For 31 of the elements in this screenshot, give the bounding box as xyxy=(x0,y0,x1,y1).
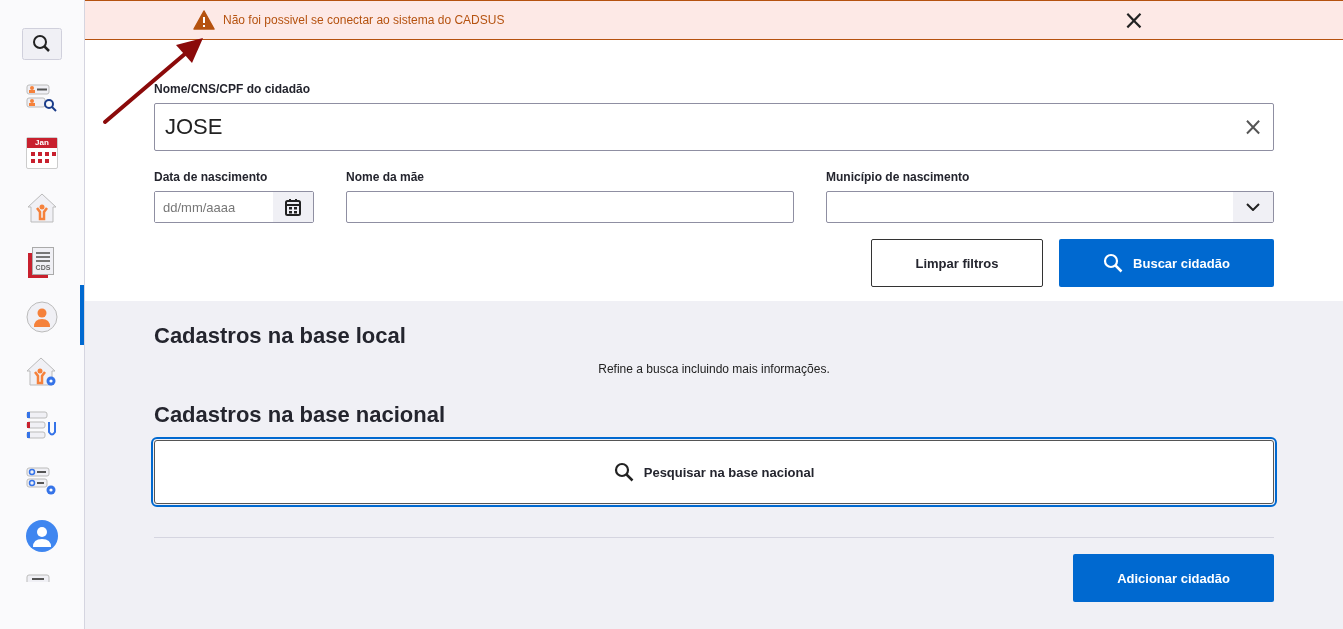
chevron-down-icon xyxy=(1246,203,1260,211)
field-label: Município de nascimento xyxy=(826,170,971,184)
text-field[interactable] xyxy=(346,191,794,223)
section-title: Cadastros na base nacional xyxy=(154,402,446,428)
select-field[interactable] xyxy=(826,191,1274,223)
calendar-icon: Jan xyxy=(26,137,58,170)
house-icon xyxy=(26,191,58,224)
field-label: Nome da mãe xyxy=(346,170,426,184)
search-button[interactable]: Buscar cidadão xyxy=(1059,239,1274,287)
doctor-icon xyxy=(26,519,58,552)
search-icon xyxy=(1103,253,1124,273)
alert-message: Não foi possivel se conectar ao sistema do CADSUS xyxy=(223,13,505,27)
sidebar-item[interactable]: Jan xyxy=(0,137,84,192)
close-button[interactable]: × xyxy=(1123,7,1145,33)
search-icon xyxy=(22,28,62,60)
date-field[interactable]: dd/mm/aaaa xyxy=(154,191,314,223)
search-icon xyxy=(613,462,634,482)
house-gear-icon xyxy=(26,355,58,388)
national-search-button[interactable]: Pesquisar na base nacional xyxy=(154,440,1274,504)
person-search-icon xyxy=(26,82,58,113)
field-label: Nome/CNS/CPF do cidadão xyxy=(154,82,312,96)
person-icon xyxy=(26,301,58,334)
add-citizen-button[interactable]: Adicionar cidadão xyxy=(1073,554,1274,602)
calendar-icon xyxy=(285,198,301,216)
info-message: Refine a busca incluindo mais informações. xyxy=(597,362,831,376)
warning-icon xyxy=(193,10,215,30)
section-title: Cadastros na base local xyxy=(154,323,407,349)
search-field[interactable]: JOSE × xyxy=(154,103,1274,151)
clear-filters-button[interactable]: Limpar filtros xyxy=(871,239,1043,287)
clear-button[interactable]: × xyxy=(1242,115,1263,139)
field-label: Data de nascimento xyxy=(154,170,269,184)
